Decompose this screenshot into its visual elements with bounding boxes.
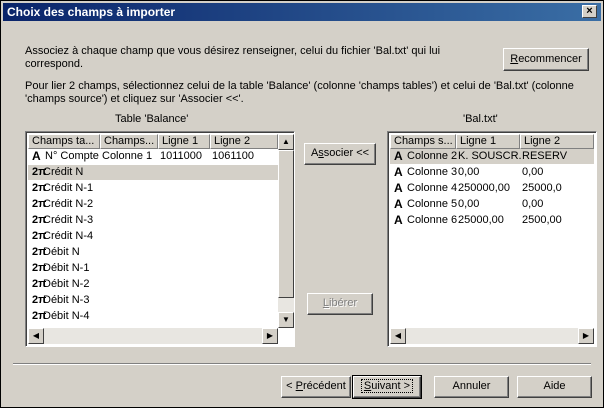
arrow-right-icon: ▶ (582, 331, 590, 340)
right-table-caption: 'Bal.txt' (463, 113, 498, 125)
column-header-ligne-1[interactable]: Ligne 1 (158, 134, 210, 149)
field-name: Crédit N (43, 166, 84, 178)
table-row[interactable]: A Colonne 5 0,00 0,00 (390, 197, 594, 212)
text-type-icon: A (394, 213, 403, 227)
arrow-down-icon: ▼ (282, 315, 290, 324)
field-name: Crédit N-2 (43, 198, 94, 210)
table-row[interactable]: A Colonne 3 0,00 0,00 (390, 165, 594, 180)
scroll-up-button[interactable]: ▲ (278, 134, 294, 150)
window-title: Choix des champs à importer (7, 5, 176, 19)
help-button[interactable]: Aide (517, 376, 592, 398)
table-row[interactable]: 2π Débit N-4 (28, 309, 278, 324)
title-bar: Choix des champs à importer × (3, 3, 601, 21)
table-row[interactable]: A Colonne 6 25000,00 2500,00 (390, 213, 594, 228)
source-line-2: 0,00 (522, 166, 544, 178)
source-line-1: 0,00 (458, 166, 480, 178)
column-header-ligne-2[interactable]: Ligne 2 (210, 134, 278, 149)
left-table-caption: Table 'Balance' (115, 113, 189, 125)
previous-button[interactable]: < Précédent (281, 376, 351, 398)
table-row[interactable]: 2π Crédit N-4 (28, 229, 278, 244)
field-line-2: 1061100 (212, 150, 255, 162)
balance-fields-list[interactable]: Champs ta... Champs... Ligne 1 Ligne 2 A… (25, 131, 295, 347)
right-horizontal-scrollbar[interactable]: ◀ ▶ (390, 328, 594, 344)
text-type-icon: A (394, 165, 403, 179)
instruction-line-1: Associez à chaque champ que vous désirez… (25, 45, 441, 57)
table-row[interactable]: 2π Débit N-2 (28, 277, 278, 292)
column-header-ligne-1[interactable]: Ligne 1 (456, 134, 520, 149)
table-row[interactable]: 2π Débit N-3 (28, 293, 278, 308)
source-line-1: 250000,00 (458, 182, 510, 194)
source-field-name: Colonne 5 (407, 198, 457, 210)
instruction-line-2: correspond. (25, 58, 84, 70)
cancel-button[interactable]: Annuler (434, 376, 509, 398)
source-line-2: 2500,00 (522, 214, 562, 226)
table-row[interactable]: A Colonne 4 250000,00 25000,0 (390, 181, 594, 196)
table-row[interactable]: A Colonne 2 K. SOUSCR... RESERV (390, 149, 594, 164)
field-name: Crédit N-1 (43, 182, 94, 194)
next-button[interactable]: Suivant > (352, 375, 422, 399)
scroll-down-button[interactable]: ▼ (278, 312, 294, 328)
source-field-name: Colonne 2 (407, 150, 457, 162)
text-type-icon: A (32, 149, 41, 163)
column-header-champs-table[interactable]: Champs ta... (28, 134, 100, 149)
field-line-1: 1011000 (160, 150, 203, 162)
field-name: Débit N-1 (43, 262, 90, 274)
table-row[interactable]: 2π Crédit N-3 (28, 213, 278, 228)
instruction-line-3: Pour lier 2 champs, sélectionnez celui d… (25, 80, 574, 92)
focus-rect: Suivant > (360, 379, 414, 393)
field-source: Colonne 1 (102, 150, 153, 162)
source-line-2: RESERV (522, 150, 568, 162)
field-name: Débit N-3 (43, 294, 90, 306)
left-vertical-scrollbar[interactable]: ▲ ▼ (278, 134, 294, 328)
table-row[interactable]: 2π Crédit N-1 (28, 181, 278, 196)
import-fields-dialog: Choix des champs à importer × Associez à… (0, 0, 604, 408)
table-row[interactable]: A N° Compte Colonne 1 1011000 1061100 (28, 149, 278, 164)
arrow-right-icon: ▶ (266, 331, 274, 340)
liberer-button[interactable]: Libérer (307, 293, 373, 315)
arrow-left-icon: ◀ (394, 331, 402, 340)
associer-button[interactable]: Associer << (304, 143, 376, 165)
field-name: Débit N-4 (43, 310, 90, 322)
footer-separator (13, 363, 591, 365)
recommencer-button[interactable]: Recommencer (503, 48, 589, 71)
table-row[interactable]: 2π Crédit N-2 (28, 197, 278, 212)
field-name: Crédit N-4 (43, 230, 94, 242)
table-row[interactable]: 2π Crédit N (28, 165, 278, 180)
text-type-icon: A (394, 149, 403, 163)
source-field-name: Colonne 4 (407, 182, 457, 194)
column-header-champs-source[interactable]: Champs... (100, 134, 158, 149)
field-name: Débit N-2 (43, 278, 90, 290)
field-name: N° Compte (45, 150, 99, 162)
table-row[interactable]: 2π Débit N (28, 245, 278, 260)
source-line-2: 25000,0 (522, 182, 562, 194)
source-line-1: 25000,00 (458, 214, 504, 226)
scroll-right-button[interactable]: ▶ (578, 328, 594, 344)
close-button[interactable]: × (582, 5, 597, 18)
source-field-name: Colonne 6 (407, 214, 457, 226)
source-line-1: K. SOUSCR... (458, 150, 522, 162)
text-type-icon: A (394, 197, 403, 211)
text-type-icon: A (394, 181, 403, 195)
scroll-left-button[interactable]: ◀ (390, 328, 406, 344)
field-name: Crédit N-3 (43, 214, 94, 226)
source-line-1: 0,00 (458, 198, 480, 210)
scroll-thumb[interactable] (278, 150, 294, 298)
left-horizontal-scrollbar[interactable]: ◀ ▶ (28, 328, 278, 344)
column-header-ligne-2[interactable]: Ligne 2 (520, 134, 594, 149)
source-field-name: Colonne 3 (407, 166, 457, 178)
source-line-2: 0,00 (522, 198, 544, 210)
column-header-champs-source[interactable]: Champs s... (390, 134, 456, 149)
source-fields-list[interactable]: Champs s... Ligne 1 Ligne 2 A Colonne 2 K.… (387, 131, 597, 347)
arrow-up-icon: ▲ (282, 137, 290, 146)
scroll-right-button[interactable]: ▶ (262, 328, 278, 344)
table-row[interactable]: 2π Débit N-1 (28, 261, 278, 276)
arrow-left-icon: ◀ (32, 331, 40, 340)
close-icon: × (586, 5, 593, 17)
field-name: Débit N (43, 246, 80, 258)
instruction-line-4: 'champs source') et cliquez sur 'Associe… (25, 93, 244, 105)
scroll-left-button[interactable]: ◀ (28, 328, 44, 344)
